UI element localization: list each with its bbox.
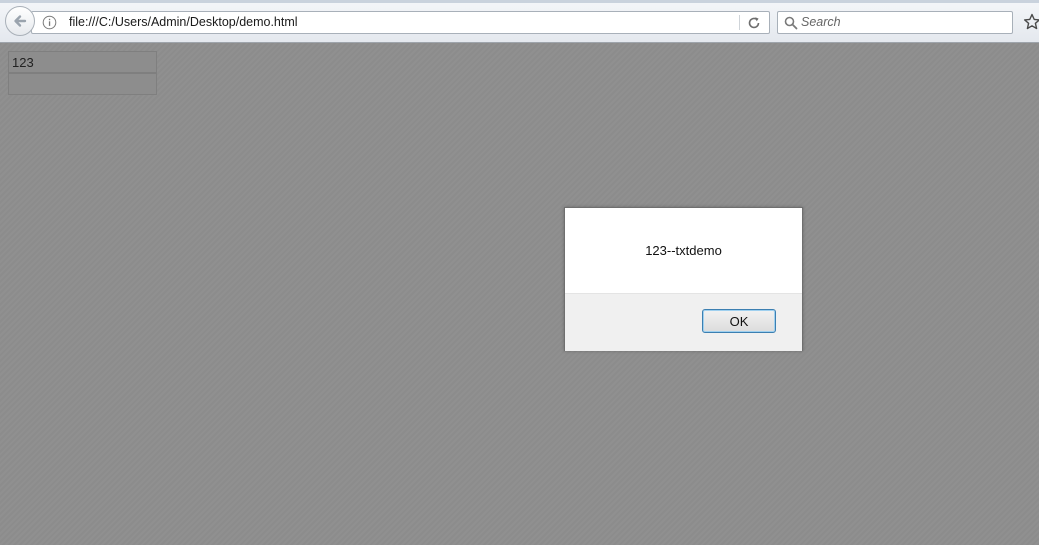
- ok-button[interactable]: OK: [702, 309, 776, 333]
- search-input[interactable]: [801, 13, 1001, 31]
- browser-toolbar: file:///C:/Users/Admin/Desktop/demo.html: [0, 0, 1039, 43]
- text-field-1[interactable]: [8, 51, 157, 73]
- url-bar[interactable]: file:///C:/Users/Admin/Desktop/demo.html: [31, 11, 770, 34]
- url-bar-divider: [739, 15, 740, 30]
- alert-message: 123--txtdemo: [645, 243, 722, 258]
- alert-dialog: 123--txtdemo OK: [564, 207, 803, 351]
- toolbar-top-strip: [0, 0, 1039, 3]
- back-arrow-icon: [14, 15, 27, 27]
- back-button[interactable]: [5, 6, 35, 36]
- page-content: [0, 43, 1039, 545]
- url-text[interactable]: file:///C:/Users/Admin/Desktop/demo.html: [69, 15, 298, 29]
- reload-icon: [748, 16, 760, 28]
- search-bar[interactable]: [777, 11, 1013, 34]
- reload-button[interactable]: [744, 13, 764, 32]
- alert-footer: OK: [565, 293, 802, 351]
- text-field-2[interactable]: [8, 73, 157, 95]
- bookmark-button[interactable]: [1022, 11, 1039, 33]
- star-icon: [1023, 13, 1039, 30]
- info-icon[interactable]: [42, 15, 57, 30]
- search-icon: [783, 15, 798, 30]
